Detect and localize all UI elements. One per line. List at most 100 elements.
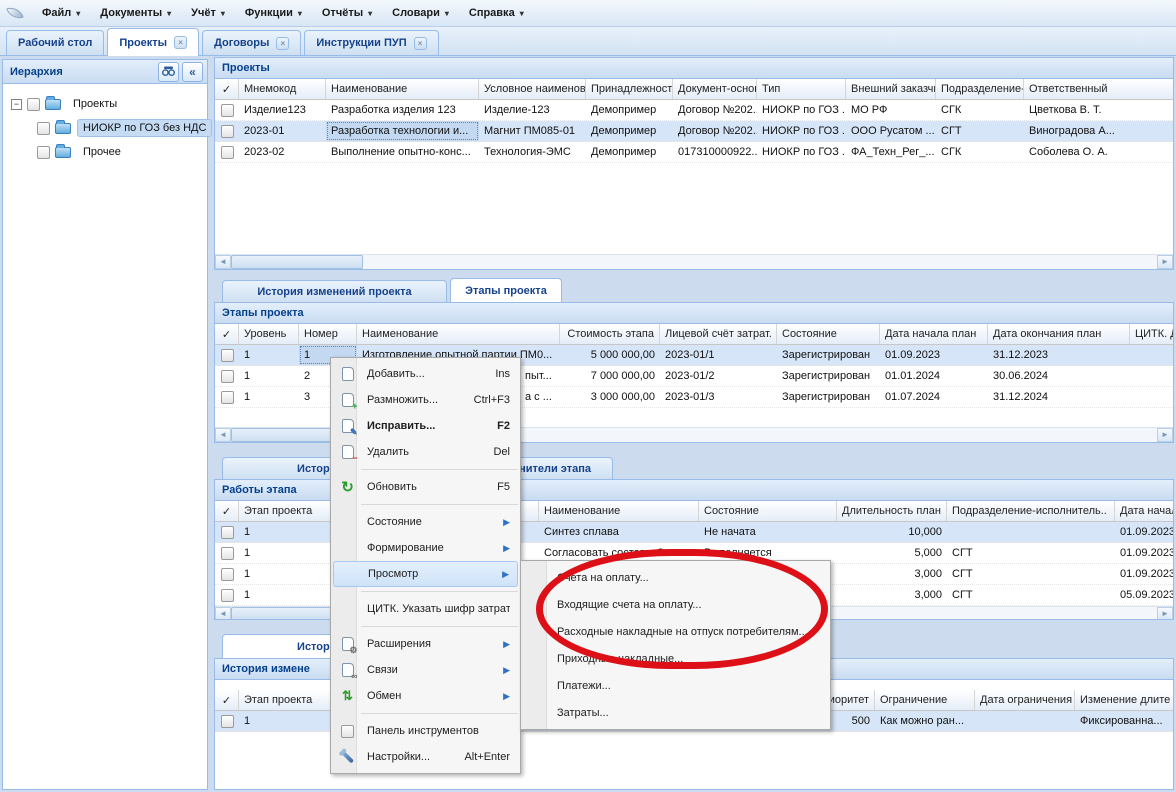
scroll-right-icon[interactable]: ► xyxy=(1157,255,1173,269)
context-menu-item[interactable]: Панель инструментов xyxy=(331,718,520,744)
column-header[interactable]: Дата окончания план xyxy=(988,324,1130,344)
scrollbar-thumb[interactable] xyxy=(231,255,363,269)
menubar-item[interactable]: Учёт▾ xyxy=(181,2,235,24)
column-header[interactable]: Номер xyxy=(299,324,357,344)
scroll-left-icon[interactable]: ◄ xyxy=(215,607,231,620)
tree-item[interactable]: Прочее xyxy=(11,140,203,164)
column-header[interactable]: Состояние xyxy=(699,501,837,521)
context-menu-item[interactable]: ЦИТК. Указать шифр затрат... xyxy=(331,596,520,622)
column-header[interactable]: ЦИТК. Д xyxy=(1130,324,1174,344)
row-checkbox[interactable] xyxy=(221,125,234,138)
column-header[interactable]: Дата ограничения xyxy=(975,690,1075,710)
tree-checkbox[interactable] xyxy=(27,98,40,111)
row-checkbox[interactable] xyxy=(221,104,234,117)
check-column-header[interactable]: ✓ xyxy=(215,79,239,99)
row-checkbox[interactable] xyxy=(221,715,234,728)
close-icon[interactable]: × xyxy=(276,37,289,50)
column-header[interactable]: Уровень xyxy=(239,324,299,344)
menubar-item[interactable]: Документы▾ xyxy=(90,2,181,24)
context-menu-item[interactable]: Состояние▶ xyxy=(331,509,520,535)
menubar-item[interactable]: Словари▾ xyxy=(382,2,459,24)
tree-item[interactable]: НИОКР по ГОЗ без НДС xyxy=(11,116,203,140)
column-header[interactable]: Стоимость этапа xyxy=(560,324,660,344)
column-header[interactable]: Дата начал xyxy=(1115,501,1174,521)
column-header[interactable]: Принадлежность xyxy=(586,79,673,99)
submenu-item[interactable]: Платежи... xyxy=(521,672,830,699)
column-header[interactable]: Подразделение-исполнитель.. xyxy=(947,501,1115,521)
column-header[interactable]: Дата начала план xyxy=(880,324,988,344)
row-checkbox[interactable] xyxy=(221,589,234,602)
column-header[interactable]: Этап проекта xyxy=(239,690,331,710)
column-header[interactable]: Состояние xyxy=(777,324,880,344)
row-checkbox[interactable] xyxy=(221,349,234,362)
horizontal-scrollbar[interactable]: ◄ ► xyxy=(215,254,1173,269)
column-header[interactable]: Ответственный xyxy=(1024,79,1174,99)
submenu-item[interactable]: Входящие счета на оплату... xyxy=(521,591,830,618)
context-menu-item[interactable]: ⇅Обмен▶ xyxy=(331,683,520,709)
column-header[interactable]: Подразделение-от xyxy=(936,79,1024,99)
context-menu-item[interactable]: ✎Исправить...F2 xyxy=(331,413,520,439)
scroll-right-icon[interactable]: ► xyxy=(1157,607,1173,620)
column-header[interactable]: Этап проекта xyxy=(239,501,331,521)
submenu-item[interactable]: Расходные накладные на отпуск потребител… xyxy=(521,618,830,645)
row-checkbox[interactable] xyxy=(221,370,234,383)
detail-tab[interactable]: Этапы проекта xyxy=(450,278,562,302)
close-icon[interactable]: × xyxy=(414,37,427,50)
scroll-right-icon[interactable]: ► xyxy=(1157,428,1173,442)
context-menu-item[interactable]: −УдалитьDel xyxy=(331,439,520,465)
check-column-header[interactable]: ✓ xyxy=(215,324,239,344)
submenu-item[interactable]: Приходные накладные... xyxy=(521,645,830,672)
close-icon[interactable]: × xyxy=(174,36,187,49)
scroll-left-icon[interactable]: ◄ xyxy=(215,428,231,442)
check-column-header[interactable]: ✓ xyxy=(215,690,239,710)
main-tab[interactable]: Проекты× xyxy=(107,28,199,56)
submenu-item[interactable]: Счета на оплату... xyxy=(521,564,830,591)
row-checkbox[interactable] xyxy=(221,146,234,159)
column-header[interactable]: Наименование xyxy=(357,324,560,344)
menubar-item[interactable]: Справка▾ xyxy=(459,2,534,24)
menubar-item[interactable]: Отчёты▾ xyxy=(312,2,382,24)
context-menu-item[interactable]: Формирование▶ xyxy=(331,535,520,561)
column-header[interactable]: Тип xyxy=(757,79,846,99)
row-checkbox[interactable] xyxy=(221,526,234,539)
context-menu-item[interactable]: +Размножить...Ctrl+F3 xyxy=(331,387,520,413)
column-header[interactable]: Условное наименова xyxy=(479,79,586,99)
column-header[interactable]: Лицевой счёт затрат. xyxy=(660,324,777,344)
column-header[interactable]: Изменение длите xyxy=(1075,690,1174,710)
row-checkbox[interactable] xyxy=(221,568,234,581)
column-header[interactable]: Наименование xyxy=(539,501,699,521)
collapse-panel-icon[interactable]: « xyxy=(182,62,203,82)
main-tab[interactable]: Рабочий стол xyxy=(6,30,104,55)
row-checkbox[interactable] xyxy=(221,391,234,404)
main-tab[interactable]: Договоры× xyxy=(202,30,301,55)
tree-checkbox[interactable] xyxy=(37,146,50,159)
column-header[interactable]: Внешний заказчик xyxy=(846,79,936,99)
column-header[interactable]: Длительность план▼ xyxy=(837,501,947,521)
grid-row[interactable]: 2023-02Выполнение опытно-конс...Технолог… xyxy=(215,142,1173,163)
tree-item[interactable]: −Проекты xyxy=(11,92,203,116)
context-menu-item[interactable]: Просмотр▶ xyxy=(333,561,518,587)
check-column-header[interactable]: ✓ xyxy=(215,501,239,521)
context-menu-item[interactable]: ∞Связи▶ xyxy=(331,657,520,683)
column-header[interactable]: Мнемокод xyxy=(239,79,326,99)
menubar-item[interactable]: Функции▾ xyxy=(235,2,312,24)
grid-row[interactable]: 2023-01Разработка технологии и...Магнит … xyxy=(215,121,1173,142)
detail-tab[interactable]: История изменений проекта xyxy=(222,280,447,302)
main-tab[interactable]: Инструкции ПУП× xyxy=(304,30,438,55)
context-menu-item[interactable]: ⚙Расширения▶ xyxy=(331,631,520,657)
column-header[interactable]: Ограничение xyxy=(875,690,975,710)
collapse-node-icon[interactable]: − xyxy=(11,99,22,110)
scroll-left-icon[interactable]: ◄ xyxy=(215,255,231,269)
column-header[interactable]: Наименование xyxy=(326,79,479,99)
grid-row[interactable]: Изделие123Разработка изделия 123Изделие-… xyxy=(215,100,1173,121)
search-icon[interactable] xyxy=(158,62,179,82)
context-menu-item[interactable]: ↻ОбновитьF5 xyxy=(331,474,520,500)
context-menu-item[interactable]: Добавить...Ins xyxy=(331,361,520,387)
row-checkbox[interactable] xyxy=(221,547,234,560)
folder-icon xyxy=(55,147,71,158)
column-header[interactable]: Документ-основан xyxy=(673,79,757,99)
menubar-item[interactable]: Файл▾ xyxy=(32,2,90,24)
submenu-item[interactable]: Затраты... xyxy=(521,699,830,726)
context-menu-item[interactable]: Настройки...Alt+Enter xyxy=(331,744,520,770)
tree-checkbox[interactable] xyxy=(37,122,50,135)
